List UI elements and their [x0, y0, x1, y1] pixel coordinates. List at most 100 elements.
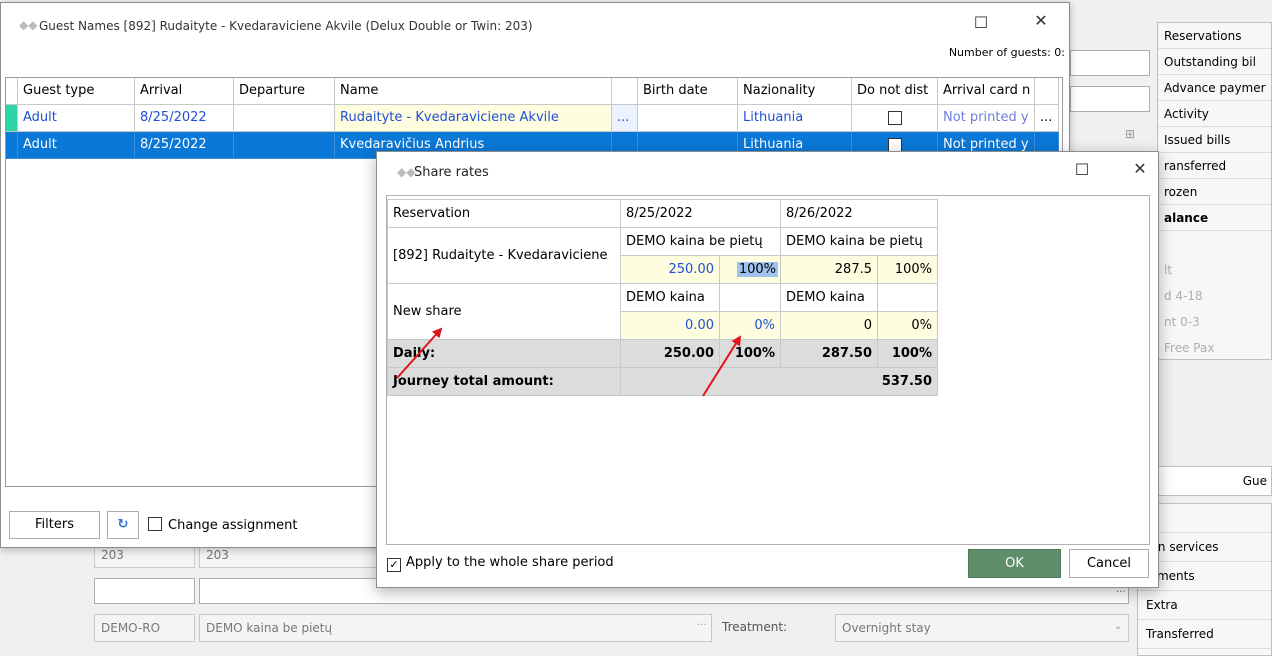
- filters-button[interactable]: Filters: [9, 511, 100, 539]
- share-rates-panel: Reservation 8/25/2022 8/26/2022 [892] Ru…: [386, 195, 1150, 545]
- treatment-label: Treatment:: [722, 620, 788, 634]
- rate-name-field[interactable]: DEMO kaina be pietų: [199, 614, 712, 642]
- right-menu-item[interactable]: nt 0-3: [1158, 309, 1271, 335]
- reservation-pct-1-cell[interactable]: 100%: [719, 255, 781, 284]
- journey-label: Journey total amount:: [387, 367, 621, 396]
- maximize-button[interactable]: ☐: [1067, 160, 1097, 179]
- new-share-amount-2[interactable]: 0: [780, 311, 878, 340]
- right-menu-item[interactable]: Advance paymer: [1158, 75, 1271, 101]
- rate-more-icon[interactable]: ···: [697, 620, 707, 631]
- row-indicator-header: [6, 78, 18, 105]
- refresh-icon: ↻: [117, 517, 129, 532]
- reservation-pct-1[interactable]: 100%: [736, 262, 778, 277]
- close-button[interactable]: ✕: [1026, 11, 1056, 30]
- reservation-pct-2[interactable]: 100%: [877, 255, 938, 284]
- cell-guest-type[interactable]: Adult: [18, 132, 135, 159]
- app-logo-icon: ◆◆: [19, 18, 38, 32]
- right-menu-item[interactable]: alance: [1158, 205, 1271, 231]
- ok-button[interactable]: OK: [968, 549, 1061, 578]
- right-menu-item[interactable]: Issued bills: [1158, 127, 1271, 153]
- right-menu-item[interactable]: d 4-18: [1158, 283, 1271, 309]
- hdr-reservation: Reservation: [387, 199, 621, 228]
- reservation-rate-row: [892] Rudaityte - Kvedaraviciene DEMO ka…: [387, 227, 938, 284]
- share-rates-dialog: ◆◆ Share rates ☐ ✕ Reservation 8/25/2022…: [376, 151, 1159, 588]
- tree-icon[interactable]: ⊞: [1125, 127, 1135, 141]
- cell-arrival[interactable]: 8/25/2022: [135, 105, 234, 132]
- cancel-button[interactable]: Cancel: [1069, 549, 1149, 578]
- dialog-title: Share rates: [414, 165, 489, 180]
- daily-pct-2: 100%: [877, 339, 938, 368]
- right-lower-item[interactable]: Extra: [1138, 591, 1271, 620]
- right-menu-item[interactable]: Free Pax: [1158, 335, 1271, 359]
- rate-code-field[interactable]: DEMO-RO: [94, 614, 195, 642]
- new-share-pct-1[interactable]: 0%: [719, 311, 781, 340]
- new-share-pct-2[interactable]: 0%: [877, 311, 938, 340]
- new-share-rate-1: DEMO kaina: [620, 283, 720, 312]
- col-name[interactable]: Name: [335, 78, 612, 105]
- bg-input-1[interactable]: [1070, 50, 1150, 76]
- close-button[interactable]: ✕: [1125, 159, 1155, 178]
- daily-label: Daily:: [387, 339, 621, 368]
- reservation-amount-1[interactable]: 250.00: [620, 255, 720, 284]
- cell-name[interactable]: Rudaityte - Kvedaraviciene Akvile: [335, 105, 612, 132]
- right-menu-item[interactable]: Reservations: [1158, 23, 1271, 49]
- col-more2[interactable]: [1035, 78, 1059, 105]
- col-more[interactable]: [612, 78, 638, 105]
- row-indicator: [6, 132, 18, 159]
- number-of-guests: Number of guests: 0:: [948, 46, 1065, 59]
- refresh-button[interactable]: ↻: [107, 511, 139, 539]
- cell-do-not-disturb[interactable]: [852, 105, 938, 132]
- cell-guest-type[interactable]: Adult: [18, 105, 135, 132]
- reservation-rate-2: DEMO kaina be pietų: [780, 227, 938, 256]
- share-rates-table: Reservation 8/25/2022 8/26/2022 [892] Ru…: [387, 199, 938, 396]
- col-departure[interactable]: Departure: [234, 78, 335, 105]
- right-menu-item[interactable]: Activity: [1158, 101, 1271, 127]
- dnd-checkbox[interactable]: [887, 137, 902, 152]
- cell-birth-date[interactable]: [638, 105, 738, 132]
- chevron-down-icon[interactable]: ⌄: [1114, 621, 1122, 632]
- treatment-select[interactable]: Overnight stay: [835, 614, 1129, 642]
- col-birth-date[interactable]: Birth date: [638, 78, 738, 105]
- col-do-not-disturb[interactable]: Do not dist: [852, 78, 938, 105]
- cell-arrival-card[interactable]: Not printed y: [938, 105, 1035, 132]
- right-menu-item[interactable]: lt: [1158, 257, 1271, 283]
- right-lower-item[interactable]: Transferred: [1138, 620, 1271, 649]
- col-nationality[interactable]: Nazionality: [738, 78, 852, 105]
- row-indicator: [6, 105, 18, 132]
- cell-departure[interactable]: [234, 105, 335, 132]
- right-menu-item[interactable]: rozen: [1158, 179, 1271, 205]
- cell-departure[interactable]: [234, 132, 335, 159]
- cell-more-button[interactable]: ...: [612, 105, 638, 132]
- daily-amount-2: 287.50: [780, 339, 878, 368]
- new-share-amount-1[interactable]: 0.00: [620, 311, 720, 340]
- col-guest-type[interactable]: Guest type: [18, 78, 135, 105]
- right-menu-panel: Reservations Outstanding bil Advance payme…: [1157, 22, 1272, 360]
- daily-row: Daily: 250.00 100% 287.50 100%: [387, 339, 938, 368]
- maximize-button[interactable]: ☐: [966, 13, 996, 32]
- cell-arrival[interactable]: 8/25/2022: [135, 132, 234, 159]
- cell-nationality[interactable]: Lithuania: [738, 105, 852, 132]
- change-assignment-checkbox[interactable]: [148, 517, 162, 531]
- table-row[interactable]: Adult 8/25/2022 Rudaityte - Kvedaravicie…: [6, 105, 1059, 132]
- grid-header: Guest type Arrival Departure Name Birth …: [6, 78, 1059, 105]
- col-arrival[interactable]: Arrival: [135, 78, 234, 105]
- window-title: Guest Names [892] Rudaityte - Kvedaravic…: [39, 19, 533, 33]
- right-menu-item[interactable]: [1158, 231, 1271, 257]
- apply-label: Apply to the whole share period: [406, 555, 614, 570]
- right-menu-item[interactable]: Outstanding bil: [1158, 49, 1271, 75]
- daily-amount-1: 250.00: [620, 339, 720, 368]
- change-assignment-toggle[interactable]: Change assignment: [148, 517, 298, 533]
- apply-checkbox-checked[interactable]: ✓: [387, 558, 401, 572]
- app-logo-icon: ◆◆: [397, 165, 416, 179]
- cell-more2-button[interactable]: ...: [1035, 105, 1059, 132]
- dnd-checkbox[interactable]: [887, 110, 902, 125]
- new-share-rate-2: DEMO kaina: [780, 283, 878, 312]
- col-arrival-card[interactable]: Arrival card n: [938, 78, 1035, 105]
- right-menu-item[interactable]: ransferred: [1158, 153, 1271, 179]
- reservation-rate-1: DEMO kaina be pietų: [620, 227, 781, 256]
- share-header-row: Reservation 8/25/2022 8/26/2022: [387, 199, 938, 228]
- blank-field-1[interactable]: [94, 578, 195, 604]
- bg-input-2[interactable]: [1070, 86, 1150, 112]
- reservation-amount-2[interactable]: 287.5: [780, 255, 878, 284]
- apply-whole-period-toggle[interactable]: ✓ Apply to the whole share period: [387, 555, 614, 572]
